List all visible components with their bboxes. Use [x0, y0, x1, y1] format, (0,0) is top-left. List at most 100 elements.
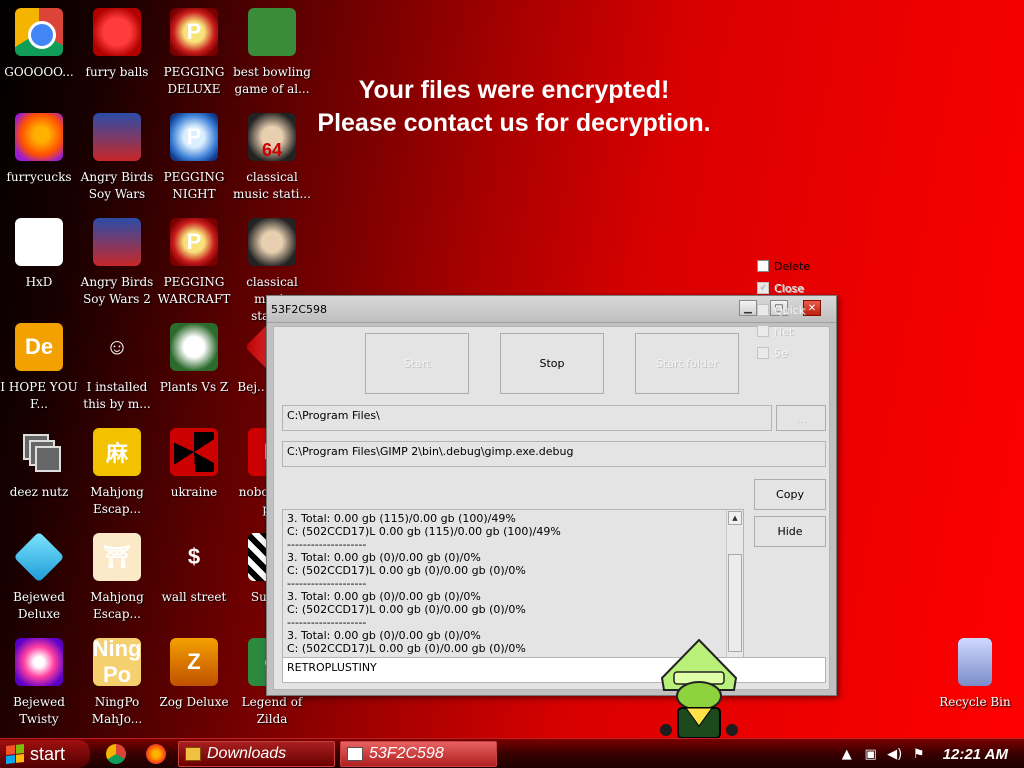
bowling-icon [248, 8, 296, 56]
desktop-icon-zog[interactable]: Z Zog Deluxe [155, 638, 233, 711]
taskbar-item-53f2c598[interactable]: 53F2C598 [340, 741, 497, 767]
radiation-icon [170, 428, 218, 476]
desktop-icon-classical-1[interactable]: 64 classical music stati... [233, 113, 311, 203]
window-titlebar[interactable]: 53F2C598 ▁ □ ✕ [267, 296, 836, 323]
desktop-icon-furrycucks[interactable]: furrycucks [0, 113, 78, 186]
hide-button[interactable]: Hide [754, 516, 826, 547]
taskbar: start Downloads 53F2C598 ▲ ▣ ◀) ⚑ 12:21 … [0, 738, 1024, 768]
start-button[interactable]: Start [365, 333, 469, 394]
diamond-icon [13, 531, 65, 583]
desktop-icon-bejewed-deluxe[interactable]: Bejewed Deluxe [0, 531, 78, 623]
checkbox-box[interactable] [757, 325, 769, 337]
scroll-up-button[interactable]: ▲ [728, 511, 742, 525]
desktop-icon-mahjong-1[interactable]: 麻 Mahjong Escap... [78, 428, 156, 518]
desktop-icon-pegging-night[interactable]: P PEGGING NIGHT [155, 113, 233, 203]
desktop-icon-label: PEGGING WARCRAFT [157, 275, 231, 306]
desktop-icon-bowling[interactable]: best bowling game of al... [233, 8, 311, 98]
close-button[interactable]: ✕ [803, 300, 821, 316]
checkbox-box[interactable] [757, 304, 769, 316]
chevron-up-icon: ▲ [732, 514, 738, 522]
taskbar-item-downloads[interactable]: Downloads [178, 741, 335, 767]
angry-birds-icon [93, 218, 141, 266]
desktop-icon-furry-balls[interactable]: furry balls [78, 8, 156, 81]
window-client-area: Start Stop Start folder C:\Program Files… [273, 260, 830, 690]
checkbox-5e[interactable]: 5e [757, 345, 788, 361]
desktop-icon-ningpo[interactable]: Ning Po NingPo MahJo... [78, 636, 156, 728]
checkbox-box[interactable] [757, 260, 769, 272]
desktop-icon-pegging-warcraft[interactable]: P PEGGING WARCRAFT [155, 218, 233, 308]
desktop-icon-label: deez nutz [9, 485, 69, 499]
desktop-icon-i-hope[interactable]: De I HOPE YOU F... [0, 323, 78, 413]
volume-icon[interactable]: ◀) [887, 746, 903, 762]
checkbox-net[interactable]: Net [757, 323, 793, 339]
ransom-line-1: Your files were encrypted! [358, 76, 670, 104]
system-tray: ▲ ▣ ◀) ⚑ 12:21 AM [835, 739, 1024, 768]
start-button[interactable]: start [0, 740, 90, 768]
minimize-icon: ▁ [744, 302, 752, 314]
zog-icon: Z [170, 638, 218, 686]
flower-icon [170, 323, 218, 371]
desktop-icon-ukraine[interactable]: ukraine [155, 428, 233, 501]
de-icon: De [15, 323, 63, 371]
log-line: -------------------- [287, 616, 367, 629]
desktop-icon-installed[interactable]: ☺ I installed this by m... [78, 323, 156, 413]
log-line: -------------------- [287, 577, 367, 590]
firefox-icon[interactable] [146, 744, 166, 764]
desktop-icon-bejewed-twisty[interactable]: Bejewed Twisty [0, 638, 78, 728]
clock[interactable]: 12:21 AM [943, 746, 1008, 763]
windows-logo-icon [6, 744, 24, 764]
start-folder-button[interactable]: Start folder [635, 333, 739, 394]
checkbox-delete[interactable]: Delete [757, 258, 810, 274]
pegging-icon: P [170, 8, 218, 56]
log-line: 3. Total: 0.00 gb (0)/0.00 gb (0)/0% [287, 590, 481, 603]
checkbox-quick[interactable]: Quick [757, 302, 805, 318]
checkbox-box[interactable]: ✓ [757, 282, 769, 294]
desktop-icon-chrome[interactable]: GOOOOO... [0, 8, 78, 81]
desktop-icon-wall-street[interactable]: $ wall street [155, 533, 233, 606]
desktop-icon-label: PEGGING DELUXE [163, 65, 225, 96]
desktop-icon-label: ukraine [170, 485, 218, 499]
ransomware-window: 53F2C598 ▁ □ ✕ Start Stop Start folder C… [266, 260, 837, 696]
log-line: C: (502CCD17)L 0.00 gb (0)/0.00 gb (0)/0… [287, 603, 526, 616]
desktop-icon-label: furry balls [85, 65, 149, 79]
desktop-icon-plants[interactable]: Plants Vs Z [155, 323, 233, 396]
desktop-icon-angry-birds-2[interactable]: Angry Birds Soy Wars 2 [78, 218, 156, 308]
checkbox-label: Quick [774, 303, 806, 317]
desktop-icon-mahjong-2[interactable]: ⛩ Mahjong Escap... [78, 533, 156, 623]
desktop-icon-angry-birds[interactable]: Angry Birds Soy Wars [78, 113, 156, 203]
checkbox-box[interactable] [757, 347, 769, 359]
network-icon[interactable]: ▣ [863, 746, 879, 762]
desktop-icon-label: furrycucks [6, 170, 72, 184]
twisty-gem-icon [15, 638, 63, 686]
folder-icon [185, 747, 201, 761]
checkbox-label: Delete [774, 259, 811, 273]
footer-field[interactable]: RETROPLUSTINY [282, 657, 826, 683]
desktop-icon-hxd[interactable]: HxD HxD [0, 218, 78, 291]
checkbox-label: Close [774, 281, 804, 295]
ningpo-icon: Ning Po [92, 636, 142, 687]
desktop-icon-label: best bowling game of al... [233, 65, 311, 96]
checkbox-close[interactable]: ✓ Close [757, 280, 804, 296]
desktop-icon-label: PEGGING NIGHT [163, 170, 225, 201]
stop-button[interactable]: Stop [500, 333, 604, 394]
current-file-field: C:\Program Files\GIMP 2\bin\.debug\gimp.… [282, 441, 826, 467]
desktop-icon-label: classical music stati... [233, 170, 311, 201]
desktop-icon-recycle-bin[interactable]: Recycle Bin [936, 638, 1014, 711]
copy-button[interactable]: Copy [754, 479, 826, 510]
desktop-icon-label: NingPo MahJo... [91, 695, 143, 726]
browse-button[interactable]: ... [776, 405, 826, 431]
recycle-bin-icon [958, 638, 992, 686]
desktop-icon-pegging-deluxe[interactable]: P PEGGING DELUXE [155, 8, 233, 98]
minimize-button[interactable]: ▁ [739, 300, 757, 316]
pegging-icon: P [170, 113, 218, 161]
desktop-icon-deez-nutz[interactable]: deez nutz [0, 428, 78, 501]
flag-icon[interactable]: ⚑ [911, 746, 927, 762]
checkbox-label: Net [774, 324, 794, 338]
desktop-icon-label: Angry Birds Soy Wars [80, 170, 154, 201]
chevron-up-icon[interactable]: ▲ [839, 746, 855, 762]
desktop-icon-label: Legend of Zilda [241, 695, 303, 726]
hxd-icon: HxD [15, 218, 63, 266]
chrome-icon[interactable] [106, 744, 126, 764]
path-field[interactable]: C:\Program Files\ [282, 405, 772, 431]
torii-icon: ⛩ [93, 533, 141, 581]
